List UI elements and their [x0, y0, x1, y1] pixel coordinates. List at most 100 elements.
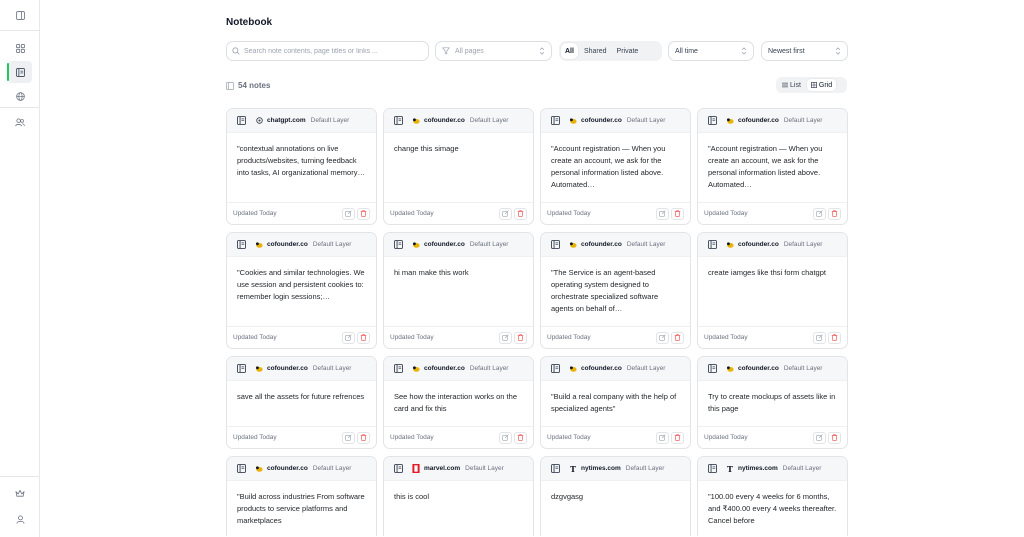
edit-icon[interactable] [813, 431, 826, 444]
edit-icon[interactable] [499, 431, 512, 444]
page-icon[interactable] [551, 240, 560, 249]
notebook-icon[interactable] [7, 61, 32, 83]
edit-icon[interactable] [342, 431, 355, 444]
note-card[interactable]: cofounder.co Default Layer hi man make t… [383, 232, 534, 349]
note-domain[interactable]: cofounder.co [581, 365, 622, 372]
grid-view-button[interactable]: Grid [806, 79, 837, 91]
delete-icon[interactable] [828, 207, 841, 220]
note-card[interactable]: cofounder.co Default Layer "Account regi… [697, 108, 848, 225]
note-domain[interactable]: nytimes.com [581, 465, 621, 472]
page-icon[interactable] [394, 116, 403, 125]
delete-icon[interactable] [671, 207, 684, 220]
sort-select[interactable]: Newest first [761, 41, 848, 61]
delete-icon[interactable] [671, 331, 684, 344]
note-layer: Default Layer [469, 241, 509, 248]
main-content: Notebook All pages All Shared Private Al… [40, 0, 1024, 537]
users-icon[interactable] [8, 111, 32, 133]
page-icon[interactable] [237, 364, 246, 373]
tab-all[interactable]: All [561, 43, 578, 59]
page-icon[interactable] [394, 364, 403, 373]
edit-icon[interactable] [499, 207, 512, 220]
note-header: cofounder.co Default Layer [541, 109, 690, 133]
note-footer: Updated Today [698, 202, 847, 224]
search-box[interactable] [226, 41, 429, 61]
edit-icon[interactable] [656, 431, 669, 444]
note-domain[interactable]: marvel.com [424, 465, 460, 472]
note-header: cofounder.co Default Layer [541, 357, 690, 381]
note-card[interactable]: cofounder.co Default Layer "The Service … [540, 232, 691, 349]
list-view-button[interactable]: List [778, 79, 805, 91]
note-card[interactable]: cofounder.co Default Layer See how the i… [383, 356, 534, 449]
note-card[interactable]: T nytimes.com Default Layer "100.00 ever… [697, 456, 848, 536]
note-domain[interactable]: cofounder.co [424, 241, 465, 248]
page-icon[interactable] [551, 464, 560, 473]
note-card[interactable]: cofounder.co Default Layer change this s… [383, 108, 534, 225]
time-filter-select[interactable]: All time [668, 41, 754, 61]
edit-icon[interactable] [656, 207, 669, 220]
note-card[interactable]: T nytimes.com Default Layer dzgvgasg [540, 456, 691, 536]
note-domain[interactable]: cofounder.co [267, 241, 308, 248]
note-card[interactable]: cofounder.co Default Layer "Account regi… [540, 108, 691, 225]
delete-icon[interactable] [514, 331, 527, 344]
note-domain[interactable]: chatgpt.com [267, 117, 306, 124]
note-domain[interactable]: cofounder.co [581, 117, 622, 124]
page-icon[interactable] [708, 464, 717, 473]
note-card[interactable]: chatgpt.com Default Layer "contextual an… [226, 108, 377, 225]
note-card[interactable]: cofounder.co Default Layer save all the … [226, 356, 377, 449]
delete-icon[interactable] [671, 431, 684, 444]
edit-icon[interactable] [342, 207, 355, 220]
note-card[interactable]: marvel.com Default Layer this is cool [383, 456, 534, 536]
delete-icon[interactable] [514, 207, 527, 220]
note-updated: Updated Today [704, 334, 748, 341]
crown-icon[interactable] [8, 482, 32, 504]
delete-icon[interactable] [828, 431, 841, 444]
note-text: Try to create mockups of assets like in … [708, 392, 836, 413]
note-card[interactable]: cofounder.co Default Layer Try to create… [697, 356, 848, 449]
globe-icon[interactable] [8, 85, 32, 107]
edit-icon[interactable] [342, 331, 355, 344]
page-icon[interactable] [237, 464, 246, 473]
panel-toggle-icon[interactable] [8, 4, 32, 26]
edit-icon[interactable] [656, 331, 669, 344]
pages-filter-select[interactable]: All pages [435, 41, 552, 61]
note-card[interactable]: cofounder.co Default Layer "Cookies and … [226, 232, 377, 349]
note-header: cofounder.co Default Layer [698, 233, 847, 257]
note-domain[interactable]: cofounder.co [424, 117, 465, 124]
dashboard-icon[interactable] [8, 37, 32, 59]
tab-shared[interactable]: Shared [580, 43, 611, 59]
tab-private[interactable]: Private [613, 43, 643, 59]
note-card[interactable]: cofounder.co Default Layer create iamges… [697, 232, 848, 349]
note-card[interactable]: cofounder.co Default Layer "Build a real… [540, 356, 691, 449]
edit-icon[interactable] [813, 207, 826, 220]
note-card[interactable]: cofounder.co Default Layer "Build across… [226, 456, 377, 536]
delete-icon[interactable] [828, 331, 841, 344]
note-domain[interactable]: cofounder.co [267, 365, 308, 372]
page-icon[interactable] [551, 364, 560, 373]
note-domain[interactable]: cofounder.co [738, 241, 779, 248]
delete-icon[interactable] [514, 431, 527, 444]
page-icon[interactable] [551, 116, 560, 125]
delete-icon[interactable] [357, 431, 370, 444]
note-text: this is cool [394, 492, 430, 501]
note-updated: Updated Today [547, 210, 591, 217]
note-domain[interactable]: cofounder.co [424, 365, 465, 372]
page-icon[interactable] [394, 464, 403, 473]
page-icon[interactable] [237, 240, 246, 249]
page-icon[interactable] [394, 240, 403, 249]
page-icon[interactable] [237, 116, 246, 125]
note-domain[interactable]: cofounder.co [738, 117, 779, 124]
user-icon[interactable] [8, 508, 32, 530]
note-domain[interactable]: nytimes.com [738, 465, 778, 472]
edit-icon[interactable] [499, 331, 512, 344]
page-icon[interactable] [708, 364, 717, 373]
note-domain[interactable]: cofounder.co [267, 465, 308, 472]
edit-icon[interactable] [813, 331, 826, 344]
delete-icon[interactable] [357, 331, 370, 344]
page-icon[interactable] [708, 240, 717, 249]
note-domain[interactable]: cofounder.co [581, 241, 622, 248]
delete-icon[interactable] [357, 207, 370, 220]
search-input[interactable] [244, 47, 424, 55]
note-domain[interactable]: cofounder.co [738, 365, 779, 372]
page-icon[interactable] [708, 116, 717, 125]
nytimes-icon: T [726, 465, 734, 473]
